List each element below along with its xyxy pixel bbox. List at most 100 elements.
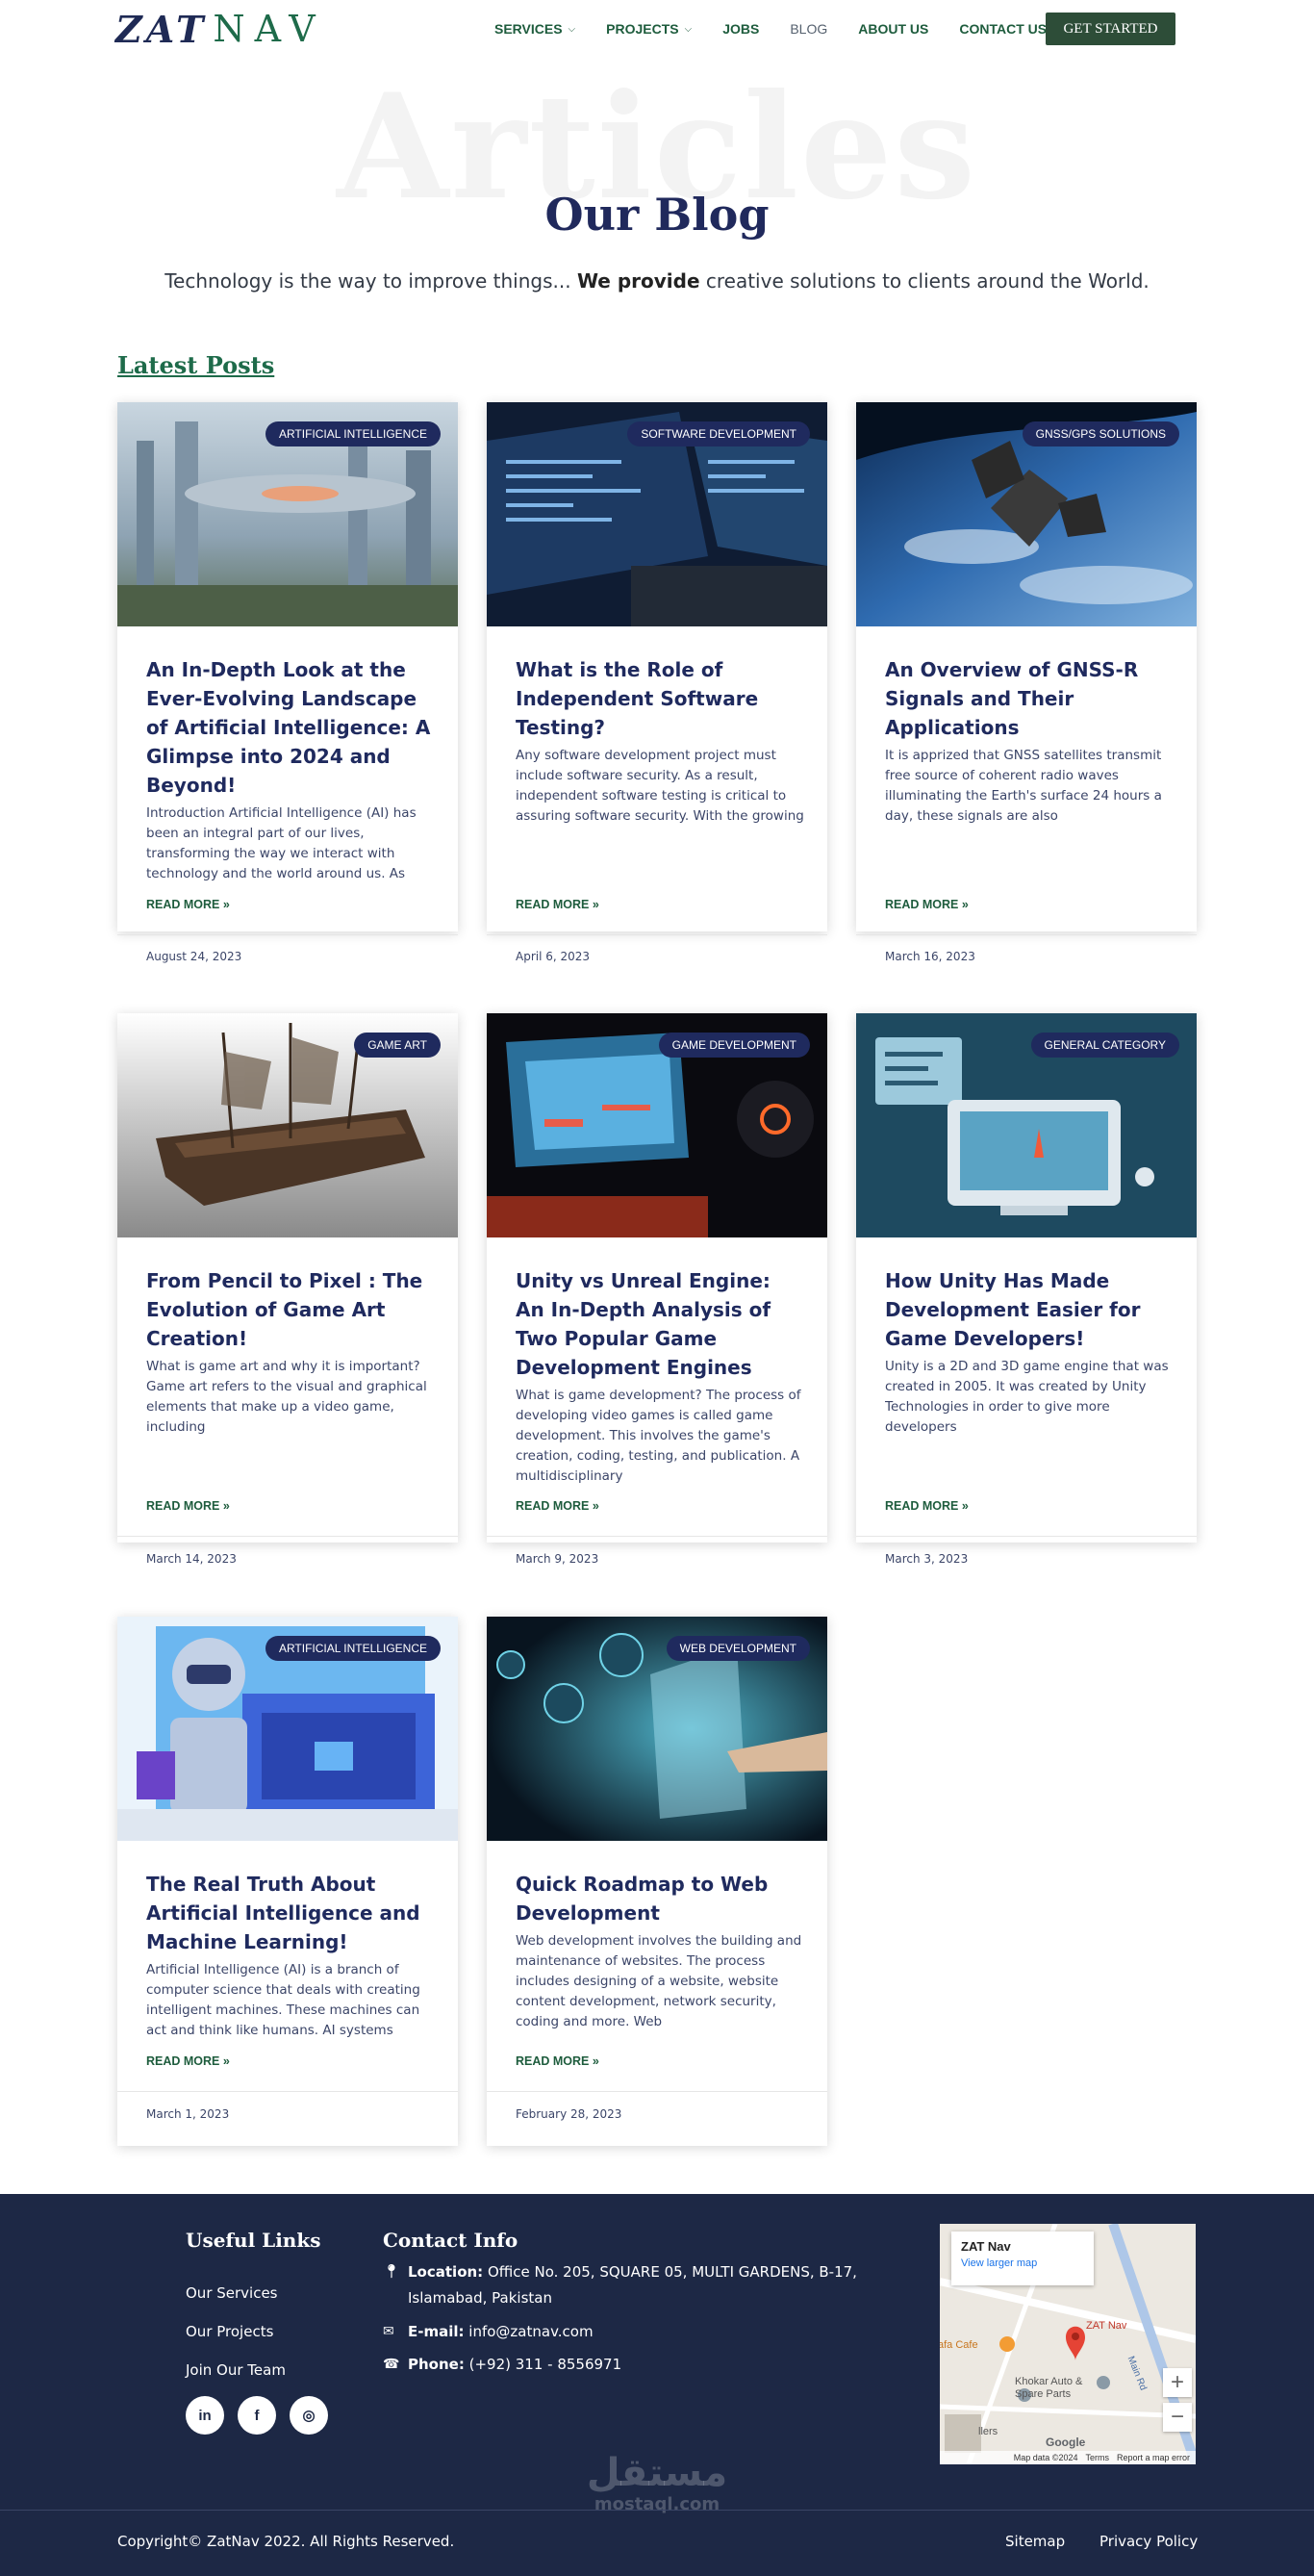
card-divider xyxy=(117,1536,458,1537)
map-terms-link[interactable]: Terms xyxy=(1085,2453,1109,2462)
post-thumbnail[interactable]: ARTIFICIAL INTELLIGENCE xyxy=(117,1617,458,1841)
read-more-link[interactable]: READ MORE » xyxy=(885,898,969,911)
footer-link-services[interactable]: Our Services xyxy=(186,2284,278,2302)
read-more-link[interactable]: READ MORE » xyxy=(516,898,599,911)
post-thumbnail[interactable]: SOFTWARE DEVELOPMENT xyxy=(487,402,827,626)
card-divider xyxy=(487,2091,827,2092)
watermark-arabic: مستقل xyxy=(586,2451,728,2495)
hero-tagline: Technology is the way to improve things.… xyxy=(0,269,1314,293)
post-card[interactable]: GNSS/GPS SOLUTIONS An Overview of GNSS-R… xyxy=(856,402,1197,963)
get-started-button[interactable]: GET STARTED xyxy=(1046,13,1175,45)
view-larger-map-link[interactable]: View larger map xyxy=(961,2257,1084,2269)
category-badge[interactable]: GENERAL CATEGORY xyxy=(1030,1033,1179,1058)
post-card[interactable]: ARTIFICIAL INTELLIGENCE The Real Truth A… xyxy=(117,1617,458,2146)
nav-item-jobs[interactable]: JOBS xyxy=(722,21,759,37)
read-more-link[interactable]: READ MORE » xyxy=(146,898,230,911)
contact-email: ✉ E-mail: info@zatnav.com xyxy=(383,2319,864,2345)
copyright-text: Copyright© ZatNav 2022. All Rights Reser… xyxy=(117,2533,455,2550)
post-card[interactable]: GAME ART From Pencil to Pixel : The Evol… xyxy=(117,1013,458,1566)
location-text: Location: Office No. 205, SQUARE 05, MUL… xyxy=(408,2259,864,2311)
post-excerpt: What is game development? The process of… xyxy=(516,1388,801,1484)
site-logo[interactable]: ZAT NAV xyxy=(115,8,325,51)
footer-divider xyxy=(0,2510,1314,2511)
chevron-down-icon: ⌵ xyxy=(568,23,576,35)
read-more-link[interactable]: READ MORE » xyxy=(146,2054,230,2068)
facebook-icon[interactable]: f xyxy=(238,2396,276,2435)
post-title[interactable]: What is the Role of Independent Software… xyxy=(516,655,804,742)
post-date: February 28, 2023 xyxy=(516,2107,622,2121)
post-card[interactable]: ARTIFICIAL INTELLIGENCE An In-Depth Look… xyxy=(117,402,458,963)
map-place-card: ZAT Nav View larger map xyxy=(951,2232,1094,2285)
phone-value[interactable]: (+92) 311 - 8556971 xyxy=(469,2356,622,2373)
nav-item-label: BLOG xyxy=(790,21,828,37)
tagline-pre: Technology is the way to improve things.… xyxy=(164,269,577,293)
category-badge[interactable]: ARTIFICIAL INTELLIGENCE xyxy=(265,1636,441,1661)
post-title[interactable]: Quick Roadmap to Web Development xyxy=(516,1870,804,1927)
category-badge[interactable]: GAME DEVELOPMENT xyxy=(658,1033,810,1058)
sitemap-link[interactable]: Sitemap xyxy=(1005,2533,1065,2550)
post-card[interactable]: SOFTWARE DEVELOPMENT What is the Role of… xyxy=(487,402,827,963)
phone-text[interactable]: Phone: (+92) 311 - 8556971 xyxy=(408,2352,621,2378)
contact-phone: ☎ Phone: (+92) 311 - 8556971 xyxy=(383,2352,864,2378)
post-thumbnail[interactable]: GAME DEVELOPMENT xyxy=(487,1013,827,1237)
post-title[interactable]: An In-Depth Look at the Ever-Evolving La… xyxy=(146,655,435,800)
email-icon: ✉ xyxy=(383,2324,394,2339)
email-value[interactable]: info@zatnav.com xyxy=(468,2323,593,2340)
nav-item-projects[interactable]: PROJECTS ⌵ xyxy=(606,21,692,37)
category-badge[interactable]: SOFTWARE DEVELOPMENT xyxy=(627,421,810,446)
useful-links-heading: Useful Links xyxy=(186,2229,321,2252)
instagram-icon[interactable]: ◎ xyxy=(290,2396,328,2435)
category-badge[interactable]: GAME ART xyxy=(354,1033,441,1058)
nav-item-blog[interactable]: BLOG xyxy=(790,21,827,37)
post-thumbnail[interactable]: GNSS/GPS SOLUTIONS xyxy=(856,402,1197,626)
post-thumbnail[interactable]: WEB DEVELOPMENT xyxy=(487,1617,827,1841)
category-badge[interactable]: ARTIFICIAL INTELLIGENCE xyxy=(265,421,441,446)
privacy-policy-link[interactable]: Privacy Policy xyxy=(1099,2533,1198,2550)
read-more-link[interactable]: READ MORE » xyxy=(516,2054,599,2068)
read-more-link[interactable]: READ MORE » xyxy=(516,1499,599,1513)
nav-item-label: ABOUT US xyxy=(858,21,929,37)
post-title[interactable]: From Pencil to Pixel : The Evolution of … xyxy=(146,1266,435,1353)
read-more-link[interactable]: READ MORE » xyxy=(885,1499,969,1513)
location-label: Location: xyxy=(408,2263,484,2281)
nav-item-label: SERVICES xyxy=(494,21,563,37)
map-pin-label: ZAT Nav xyxy=(1086,2320,1127,2332)
footer-link-projects[interactable]: Our Projects xyxy=(186,2323,273,2340)
category-badge[interactable]: WEB DEVELOPMENT xyxy=(666,1636,810,1661)
post-excerpt: It is apprized that GNSS satellites tran… xyxy=(885,748,1162,824)
nav-item-about[interactable]: ABOUT US xyxy=(858,21,928,37)
post-thumbnail[interactable]: ARTIFICIAL INTELLIGENCE xyxy=(117,402,458,626)
nav-item-contact[interactable]: CONTACT US xyxy=(959,21,1047,37)
post-date: March 9, 2023 xyxy=(516,1552,599,1566)
post-date: March 3, 2023 xyxy=(885,1552,969,1566)
location-pin-icon: 📍︎ xyxy=(383,2264,400,2280)
post-title[interactable]: An Overview of GNSS-R Signals and Their … xyxy=(885,655,1174,742)
site-header: ZAT NAV SERVICES ⌵ PROJECTS ⌵ JOBS BLOG … xyxy=(0,0,1314,60)
map-zoom-in-button[interactable]: + xyxy=(1163,2368,1192,2397)
post-title[interactable]: The Real Truth About Artificial Intellig… xyxy=(146,1870,435,1956)
read-more-link[interactable]: READ MORE » xyxy=(146,1499,230,1513)
map-attribution: Map data ©2024 Terms Report a map error xyxy=(940,2451,1196,2464)
footer-link-join[interactable]: Join Our Team xyxy=(186,2361,286,2379)
location-map[interactable]: ZAT Nav View larger map ZAT Nav afa Cafe… xyxy=(940,2224,1196,2464)
map-report-link[interactable]: Report a map error xyxy=(1117,2453,1190,2462)
card-divider xyxy=(487,1536,827,1537)
linkedin-icon[interactable]: in xyxy=(186,2396,224,2435)
phone-label: Phone: xyxy=(408,2356,465,2373)
page-title: Our Blog xyxy=(544,189,770,241)
card-divider xyxy=(856,1536,1197,1537)
post-date: March 16, 2023 xyxy=(885,950,975,963)
email-text[interactable]: E-mail: info@zatnav.com xyxy=(408,2319,594,2345)
phone-icon: ☎ xyxy=(383,2357,400,2372)
category-badge[interactable]: GNSS/GPS SOLUTIONS xyxy=(1022,421,1179,446)
map-zoom-out-button[interactable]: − xyxy=(1163,2403,1192,2432)
post-thumbnail[interactable]: GAME ART xyxy=(117,1013,458,1237)
post-card[interactable]: WEB DEVELOPMENT Quick Roadmap to Web Dev… xyxy=(487,1617,827,2146)
post-thumbnail[interactable]: GENERAL CATEGORY xyxy=(856,1013,1197,1237)
post-title[interactable]: Unity vs Unreal Engine: An In-Depth Anal… xyxy=(516,1266,804,1382)
tagline-bold: We provide xyxy=(576,269,700,293)
post-card[interactable]: GAME DEVELOPMENT Unity vs Unreal Engine:… xyxy=(487,1013,827,1566)
post-title[interactable]: How Unity Has Made Development Easier fo… xyxy=(885,1266,1174,1353)
post-card[interactable]: GENERAL CATEGORY How Unity Has Made Deve… xyxy=(856,1013,1197,1566)
nav-item-services[interactable]: SERVICES ⌵ xyxy=(494,21,575,37)
